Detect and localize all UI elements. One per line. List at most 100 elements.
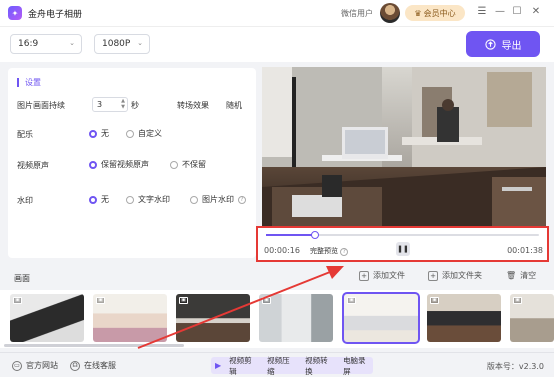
tools-bar: ▶ 视频剪辑 视频压缩 视频转换 电脑录屏 [211, 355, 373, 377]
add-folder-icon: + [428, 270, 438, 281]
music-label: 配乐 [17, 130, 33, 139]
audio-drop-radio[interactable]: 不保留 [170, 159, 206, 170]
help-icon[interactable]: ? [238, 195, 246, 204]
audio-drop-label: 不保留 [182, 160, 206, 169]
add-folder-button[interactable]: + 添加文件夹 [428, 270, 482, 281]
music-custom-label: 自定义 [138, 129, 162, 138]
thumbnail-strip: ▣ ▣ ▣ ▣ ▣ ▣ ▣ [0, 290, 554, 348]
tools-logo-icon: ▶ [215, 361, 222, 370]
maximize-icon[interactable]: ☐ [511, 6, 523, 18]
image-icon: ▣ [262, 297, 271, 304]
vip-center-label: 会员中心 [423, 8, 456, 18]
user-name[interactable]: 微信用户 [341, 8, 373, 19]
add-file-label: 添加文件 [373, 271, 405, 280]
image-icon: ▣ [347, 297, 356, 304]
stepper-arrows-icon[interactable]: ▲ ▼ [121, 98, 125, 110]
tool-video-compress[interactable]: 视频压缩 [267, 355, 297, 377]
thumbnail-flowers[interactable]: ▣ [93, 294, 167, 342]
video-preview[interactable] [262, 67, 546, 226]
toolbar: 16:9 ⌄ 1080P ⌄ 导出 [0, 26, 554, 62]
avatar[interactable] [380, 3, 400, 23]
duration-stepper[interactable]: 3 ▲ ▼ [92, 97, 128, 112]
aspect-ratio-select[interactable]: 16:9 ⌄ [10, 34, 82, 54]
album-logo-icon: ✦ [8, 6, 22, 20]
watermark-image-radio[interactable]: 图片水印 ? [190, 194, 246, 205]
close-icon[interactable]: ✕ [530, 6, 542, 18]
duration-label: 图片画面持续 [17, 101, 65, 110]
thumbnail-partial[interactable]: ▣ [510, 294, 554, 342]
horizontal-scrollbar[interactable] [4, 344, 184, 347]
chevron-down-icon: ⌄ [137, 39, 143, 47]
progress-fill [266, 234, 316, 236]
support-label: 在线客服 [84, 361, 116, 370]
radio-unchecked-icon [126, 129, 134, 138]
radio-checked-icon [89, 129, 97, 138]
crown-icon: ♛ [414, 8, 422, 18]
duration-unit: 秒 [131, 101, 139, 110]
clear-button[interactable]: 🗑 清空 [506, 270, 536, 281]
audio-keep-label: 保留视频原声 [101, 160, 149, 169]
chevron-down-icon: ⌄ [69, 39, 75, 47]
watermark-text-label: 文字水印 [138, 195, 170, 204]
aspect-ratio-value: 16:9 [18, 39, 39, 49]
image-icon: ▣ [430, 297, 439, 304]
add-folder-label: 添加文件夹 [442, 271, 482, 280]
audio-label: 视频原声 [17, 161, 49, 170]
thumbnail-office-light[interactable]: ▣ [259, 294, 333, 342]
app-window: ✦ 金舟电子相册 微信用户 ♛ 会员中心 ☰ — ☐ ✕ 16:9 ⌄ 1080… [0, 0, 554, 377]
thumbnail-desk-dark[interactable]: ▣ [176, 294, 250, 342]
watermark-text-radio[interactable]: 文字水印 [126, 194, 170, 205]
radio-unchecked-icon [126, 195, 134, 204]
pause-button[interactable]: ❚❚ [396, 242, 410, 256]
add-file-icon: + [359, 270, 369, 281]
help-icon[interactable]: ? [340, 248, 349, 256]
tool-video-convert[interactable]: 视频转换 [305, 355, 335, 377]
resolution-value: 1080P [102, 39, 131, 49]
headset-icon: ☊ [70, 360, 80, 371]
transition-label: 转场效果 [177, 101, 209, 110]
tool-screen-record[interactable]: 电脑录屏 [343, 355, 373, 377]
thumbnail-laptop-selected[interactable]: ▣ [342, 292, 420, 344]
settings-panel: 设置 图片画面持续 3 ▲ ▼ 秒 转场效果 随机 配乐 无 自定义 视频原声 保… [8, 68, 256, 258]
support-link[interactable]: ☊ 在线客服 [70, 360, 116, 371]
audio-keep-radio[interactable]: 保留视频原声 [89, 159, 149, 170]
clear-label: 清空 [520, 271, 537, 280]
thumbnail-laptop-desk[interactable]: ▣ [427, 294, 501, 342]
full-preview-toggle[interactable]: 完整预览 ? [310, 246, 349, 256]
transition-value[interactable]: 随机 [226, 100, 242, 111]
minimize-icon[interactable]: — [494, 6, 506, 18]
music-none-label: 无 [101, 129, 109, 138]
image-icon: ▣ [96, 297, 105, 304]
radio-unchecked-icon [190, 195, 198, 204]
monitor-icon: ▭ [12, 360, 22, 371]
radio-checked-icon [89, 195, 97, 204]
export-label: 导出 [501, 40, 522, 52]
export-button[interactable]: 导出 [466, 31, 540, 57]
progress-handle[interactable] [311, 231, 320, 239]
radio-checked-icon [89, 160, 97, 169]
status-bar: ▭ 官方网站 ☊ 在线客服 ▶ 视频剪辑 视频压缩 视频转换 电脑录屏 版本号：… [0, 352, 554, 377]
radio-unchecked-icon [170, 160, 178, 169]
resolution-select[interactable]: 1080P ⌄ [94, 34, 150, 54]
watermark-none-label: 无 [101, 195, 109, 204]
thumbnail-keyboard[interactable]: ▣ [10, 294, 84, 342]
image-icon: ▣ [13, 297, 22, 304]
title-bar: ✦ 金舟电子相册 微信用户 ♛ 会员中心 ☰ — ☐ ✕ [0, 0, 554, 26]
watermark-none-radio[interactable]: 无 [89, 194, 109, 205]
music-custom-radio[interactable]: 自定义 [126, 128, 162, 139]
timeline-title: 画面 [14, 274, 30, 283]
current-time: 00:00:16 [264, 246, 300, 255]
vip-center-button[interactable]: ♛ 会员中心 [405, 5, 465, 21]
menu-icon[interactable]: ☰ [476, 6, 488, 18]
tool-video-edit[interactable]: 视频剪辑 [229, 355, 259, 377]
website-link[interactable]: ▭ 官方网站 [12, 360, 58, 371]
total-time: 00:01:38 [507, 246, 543, 255]
image-icon: ▣ [179, 297, 188, 304]
export-icon [484, 38, 496, 50]
music-none-radio[interactable]: 无 [89, 128, 109, 139]
progress-bar[interactable] [266, 234, 539, 236]
add-file-button[interactable]: + 添加文件 [359, 270, 405, 281]
settings-title: 设置 [17, 78, 41, 87]
watermark-label: 水印 [17, 196, 33, 205]
trash-icon: 🗑 [506, 271, 517, 280]
